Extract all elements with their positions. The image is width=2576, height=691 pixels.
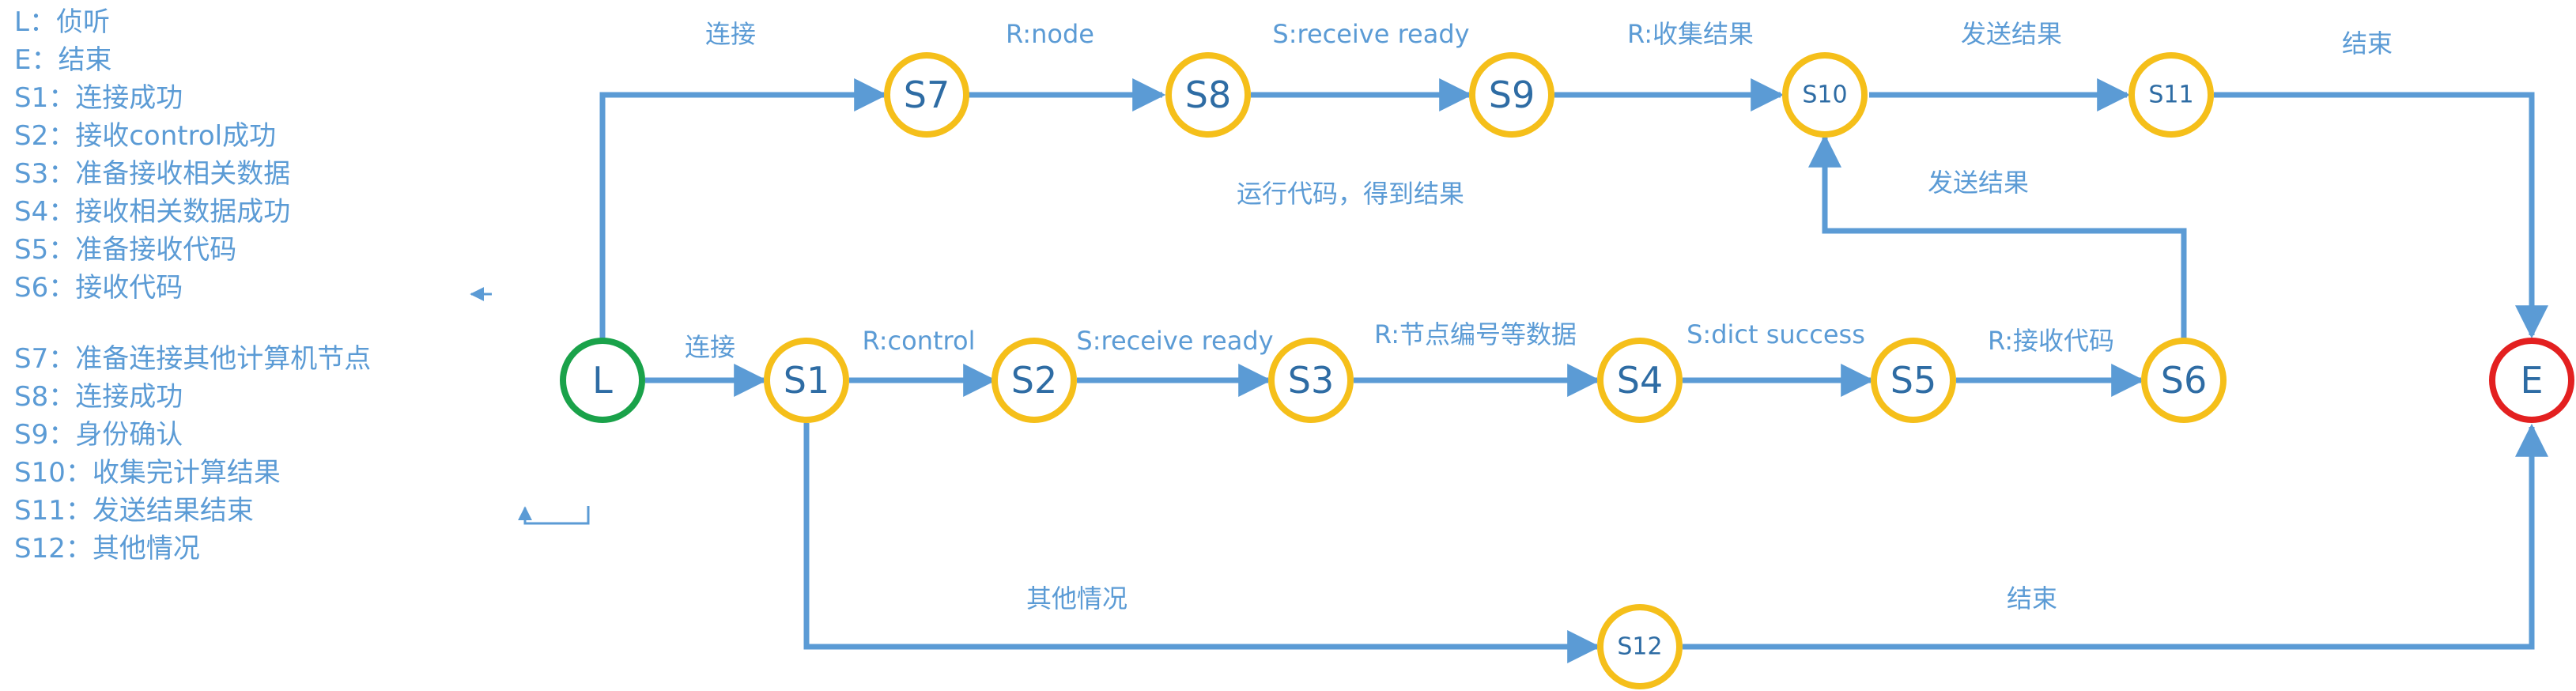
node-s5: S5 xyxy=(1871,338,1956,423)
node-s9-label: S9 xyxy=(1489,74,1535,116)
node-s1-label: S1 xyxy=(784,359,829,402)
node-s3-label: S3 xyxy=(1288,359,1334,402)
label-s8-s9: S:receive ready xyxy=(1272,19,1469,49)
node-s11: S11 xyxy=(2128,52,2214,138)
node-e: E xyxy=(2489,338,2574,423)
label-s10-s11: 发送结果 xyxy=(1961,19,2062,49)
node-s5-label: S5 xyxy=(1890,359,1936,402)
node-e-label: E xyxy=(2520,359,2543,402)
node-s2-label: S2 xyxy=(1011,359,1057,402)
label-s6-s10: 发送结果 xyxy=(1928,168,2029,198)
label-s4-s5: S:dict success xyxy=(1686,319,1865,349)
node-s1: S1 xyxy=(764,338,849,423)
label-s9-s10: R:收集结果 xyxy=(1627,19,1754,49)
node-s9: S9 xyxy=(1469,52,1554,138)
edge-s11-e xyxy=(2214,92,2548,339)
label-s2-s3: S:receive ready xyxy=(1076,326,1273,356)
edge-s12-e xyxy=(1683,423,2548,650)
node-s6: S6 xyxy=(2141,338,2227,423)
node-s8: S8 xyxy=(1165,52,1251,138)
edge-l-s7 xyxy=(599,78,888,338)
label-s1-s2: R:control xyxy=(863,326,976,356)
node-s2: S2 xyxy=(991,338,1077,423)
label-run-code: 运行代码，得到结果 xyxy=(1237,179,1464,209)
node-s6-label: S6 xyxy=(2161,359,2207,402)
node-s10-label: S10 xyxy=(1802,81,1847,109)
node-s12-label: S12 xyxy=(1617,633,1662,661)
label-s11-e: 结束 xyxy=(2342,28,2393,59)
node-s3: S3 xyxy=(1268,338,1354,423)
node-l: L xyxy=(560,338,645,423)
label-s5-s6: R:接收代码 xyxy=(1988,326,2114,356)
label-l-s7: 连接 xyxy=(705,19,756,49)
node-s10: S10 xyxy=(1782,52,1868,138)
node-l-label: L xyxy=(592,359,613,402)
label-s12-e: 结束 xyxy=(2007,583,2057,614)
edge-s1-s12 xyxy=(803,423,1601,663)
node-s7: S7 xyxy=(884,52,969,138)
node-s11-label: S11 xyxy=(2148,81,2193,109)
label-s1-s12: 其他情况 xyxy=(1026,583,1127,614)
label-l-s1: 连接 xyxy=(685,332,735,362)
stray-corner-mark xyxy=(518,506,590,525)
state-diagram: L S1 S2 S3 S4 S5 S6 S7 S8 S9 S10 S11 S12… xyxy=(470,19,2574,689)
node-s8-label: S8 xyxy=(1185,74,1231,116)
node-s4-label: S4 xyxy=(1617,359,1663,402)
node-s4: S4 xyxy=(1597,338,1683,423)
label-s7-s8: R:node xyxy=(1006,19,1094,49)
node-s7-label: S7 xyxy=(904,74,950,116)
node-s12: S12 xyxy=(1597,604,1683,689)
label-s3-s4: R:节点编号等数据 xyxy=(1374,319,1577,349)
